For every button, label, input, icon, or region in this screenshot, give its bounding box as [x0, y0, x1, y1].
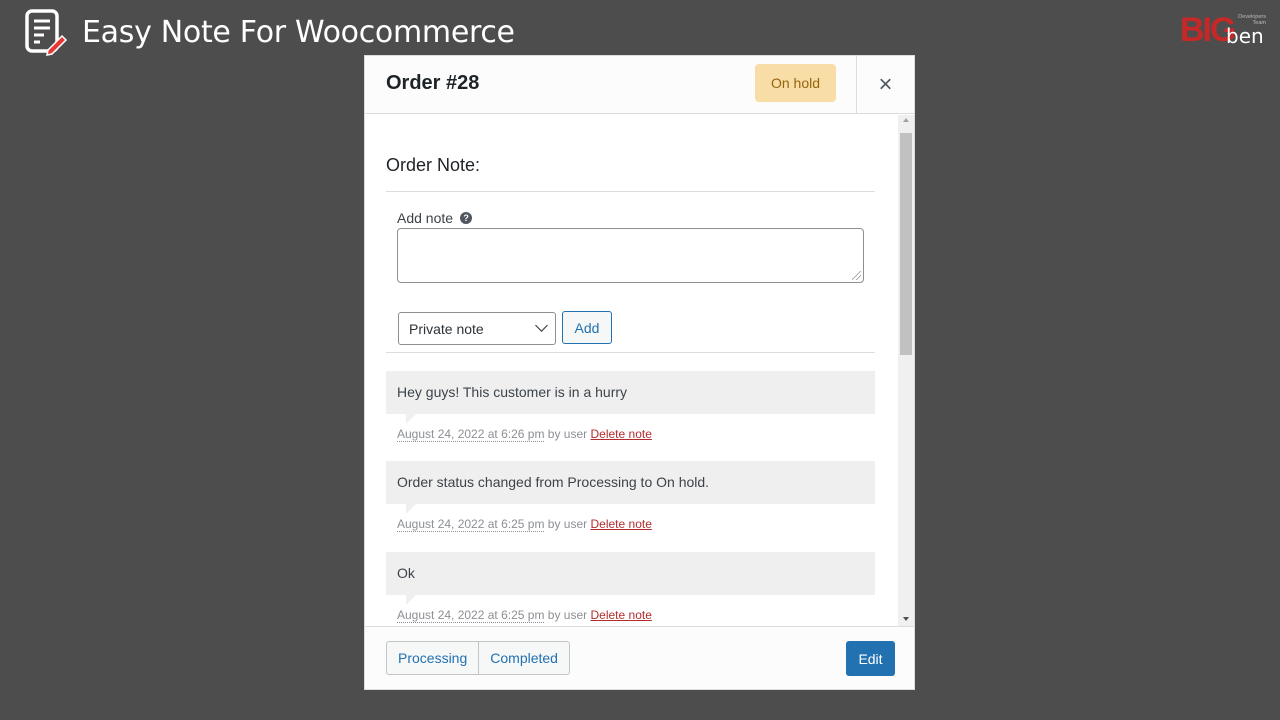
note-author: by user	[547, 517, 588, 531]
note-text: Order status changed from Processing to …	[386, 461, 875, 514]
delete-note-link[interactable]: Delete note	[591, 608, 652, 622]
divider	[386, 191, 875, 192]
note-date: August 24, 2022 at 6:25 pm	[397, 608, 545, 623]
modal-header: Order #28 On hold ×	[365, 56, 914, 114]
note-meta: August 24, 2022 at 6:25 pm by user Delet…	[386, 608, 875, 623]
close-icon: ×	[878, 71, 893, 98]
note-date: August 24, 2022 at 6:26 pm	[397, 427, 545, 442]
bigben-logo: BIG Developers Team ben	[1180, 12, 1266, 48]
note-meta: August 24, 2022 at 6:26 pm by user Delet…	[386, 427, 875, 442]
add-note-label: Add note ?	[397, 210, 473, 226]
note-type-value: Private note	[409, 320, 484, 337]
note-meta: August 24, 2022 at 6:25 pm by user Delet…	[386, 517, 875, 532]
note-item: Order status changed from Processing to …	[386, 461, 875, 532]
add-note-button[interactable]: Add	[562, 311, 612, 344]
note-text: Ok	[386, 552, 875, 605]
scroll-thumb[interactable]	[900, 133, 912, 355]
status-badge: On hold	[755, 64, 836, 102]
status-button-group: Processing Completed	[386, 641, 570, 675]
add-note-label-text: Add note	[397, 210, 454, 226]
note-date: August 24, 2022 at 6:25 pm	[397, 517, 545, 532]
note-text: Hey guys! This customer is in a hurry	[386, 371, 875, 424]
edit-button[interactable]: Edit	[846, 641, 895, 676]
scroll-down-arrow-icon[interactable]	[903, 617, 909, 621]
delete-note-link[interactable]: Delete note	[591, 427, 652, 441]
modal-footer: Processing Completed Edit	[365, 626, 914, 689]
divider	[386, 352, 875, 353]
scrollbar[interactable]	[898, 115, 914, 626]
note-edit-icon	[24, 8, 68, 56]
note-item: Hey guys! This customer is in a hurry Au…	[386, 371, 875, 442]
delete-note-link[interactable]: Delete note	[591, 517, 652, 531]
note-author: by user	[547, 427, 588, 441]
note-textarea[interactable]	[397, 228, 864, 283]
modal-body[interactable]: Order Note: Add note ? Private note Add …	[365, 115, 914, 626]
note-author: by user	[547, 608, 588, 622]
scroll-up-arrow-icon[interactable]	[903, 118, 909, 122]
completed-button[interactable]: Completed	[478, 642, 569, 674]
help-icon[interactable]: ?	[460, 212, 473, 224]
close-button[interactable]: ×	[856, 56, 914, 114]
app-header: Easy Note For Woocommerce	[24, 8, 515, 56]
app-title: Easy Note For Woocommerce	[82, 14, 515, 50]
logo-ben-text: ben	[1226, 24, 1264, 48]
chevron-down-icon	[535, 319, 548, 332]
section-title: Order Note:	[386, 155, 481, 175]
order-modal: Order #28 On hold × Order Note: Add note…	[364, 55, 915, 690]
note-item: Ok August 24, 2022 at 6:25 pm by user De…	[386, 552, 875, 623]
order-title: Order #28	[386, 72, 480, 94]
note-type-select[interactable]: Private note	[398, 312, 556, 345]
processing-button[interactable]: Processing	[387, 642, 478, 674]
